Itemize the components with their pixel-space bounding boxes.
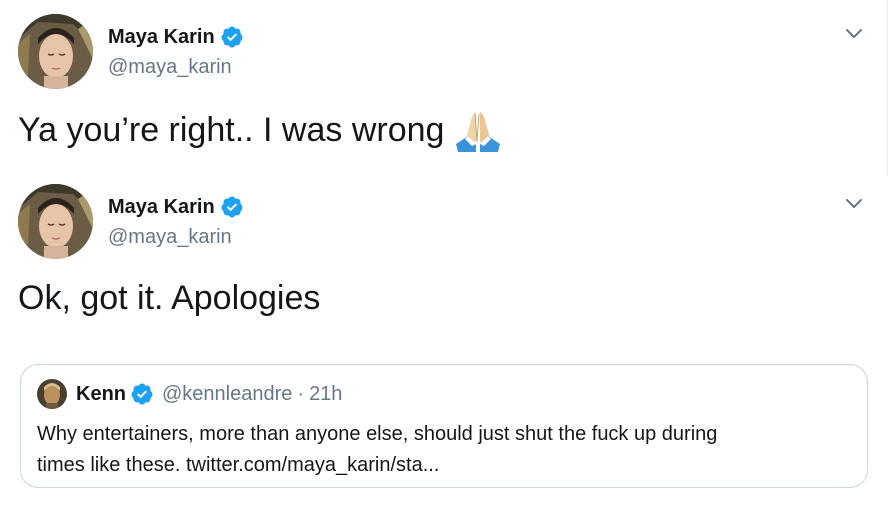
- timeline-border: [887, 0, 888, 176]
- quoted-avatar[interactable]: [37, 379, 67, 409]
- quoted-text-line: Why entertainers, more than anyone else,…: [37, 423, 718, 445]
- tweet-text-row: Ya you’re right.. I was wrong: [18, 108, 504, 152]
- chevron-down-icon[interactable]: [843, 22, 865, 44]
- author-name[interactable]: Maya Karin: [108, 25, 215, 49]
- tweet[interactable]: Maya Karin @maya_karin Ya you’re right..…: [0, 0, 887, 176]
- tweet-text: Ya you’re right.. I was wrong: [18, 111, 445, 149]
- quoted-tweet-text: Why entertainers, more than anyone else,…: [37, 419, 837, 481]
- avatar[interactable]: [18, 184, 93, 259]
- tweet[interactable]: Maya Karin @maya_karin Ok, got it. Apolo…: [0, 176, 887, 509]
- tweet-text: Ok, got it. Apologies: [18, 279, 321, 317]
- verified-badge-icon: [221, 26, 243, 48]
- verified-badge-icon: [131, 383, 153, 405]
- avatar[interactable]: [18, 14, 93, 89]
- quoted-tweet-header: Kenn @kennleandre · 21h: [37, 379, 342, 409]
- quoted-tweet[interactable]: Kenn @kennleandre · 21h Why entertainers…: [20, 364, 868, 488]
- author-handle[interactable]: @maya_karin: [108, 55, 232, 79]
- author-handle[interactable]: @maya_karin: [108, 225, 232, 249]
- quoted-author-handle[interactable]: @kennleandre: [162, 380, 292, 408]
- quoted-author-name[interactable]: Kenn: [76, 380, 126, 408]
- chevron-down-icon[interactable]: [843, 192, 865, 214]
- quoted-text-line: times like these. twitter.com/maya_karin…: [37, 454, 440, 476]
- folded-hands-icon: [456, 112, 501, 152]
- quoted-timestamp[interactable]: 21h: [309, 380, 342, 408]
- author-name[interactable]: Maya Karin: [108, 195, 215, 219]
- verified-badge-icon: [221, 196, 243, 218]
- separator-dot: ·: [297, 383, 305, 405]
- tweet-text-row: Ok, got it. Apologies: [18, 278, 320, 318]
